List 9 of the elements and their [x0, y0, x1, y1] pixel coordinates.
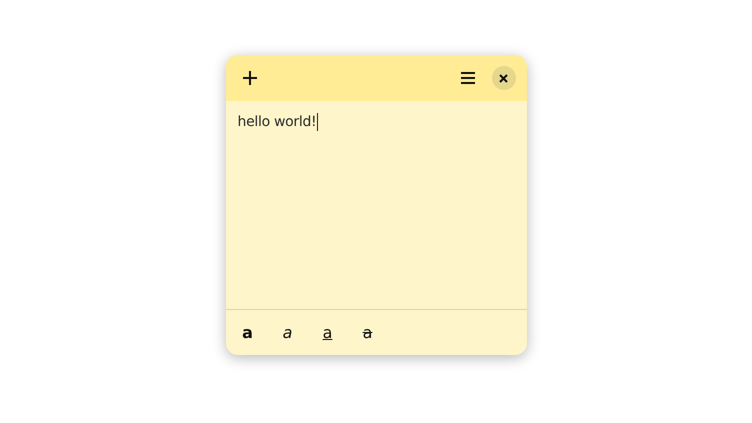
plus-icon — [242, 70, 258, 86]
underline-button[interactable]: a — [316, 320, 340, 344]
note-text[interactable]: hello world! — [238, 113, 318, 131]
menu-icon — [460, 71, 476, 85]
close-button[interactable] — [492, 66, 516, 90]
italic-button[interactable]: a — [276, 320, 300, 344]
strikethrough-button[interactable]: a — [356, 320, 380, 344]
bold-button[interactable]: a — [236, 320, 260, 344]
close-icon — [499, 74, 508, 82]
